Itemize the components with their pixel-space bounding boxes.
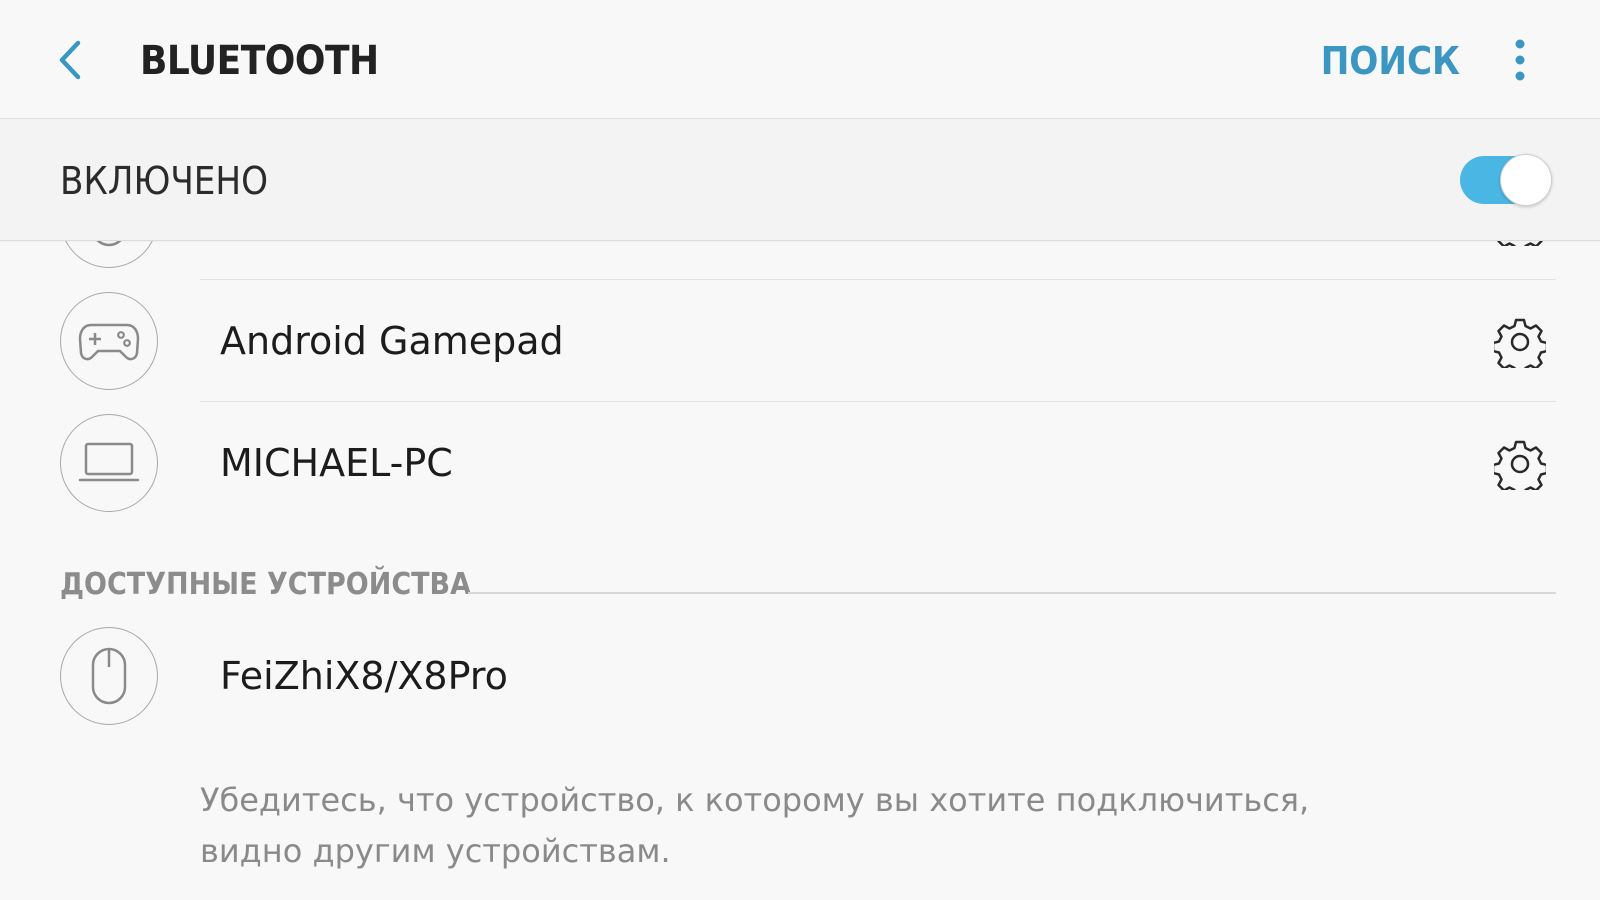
more-options-button[interactable] <box>1500 34 1540 86</box>
device-icon-circle <box>60 292 158 390</box>
master-switch-label: ВКЛЮЧЕНО <box>60 159 268 203</box>
device-icon-circle <box>60 414 158 512</box>
device-settings-button[interactable] <box>1492 436 1548 492</box>
gear-icon <box>1494 440 1546 490</box>
device-name: MICHAEL-PC <box>220 441 453 485</box>
back-button[interactable] <box>40 30 100 90</box>
laptop-icon <box>78 442 140 482</box>
device-settings-button[interactable] <box>1492 314 1548 370</box>
more-vertical-icon <box>1515 39 1525 81</box>
paired-device-row[interactable]: Android Gamepad <box>0 280 1600 402</box>
device-name: Android Gamepad <box>220 319 564 363</box>
visibility-hint-text: Убедитесь, что устройство, к которому вы… <box>200 781 1310 870</box>
page-title: BLUETOOTH <box>140 38 379 84</box>
toggle-knob <box>1500 154 1552 206</box>
search-button[interactable]: ПОИСК <box>1321 0 1460 118</box>
mouse-icon <box>91 647 127 705</box>
available-devices-header: ДОСТУПНЫЕ УСТРОЙСТВА <box>60 567 471 602</box>
gear-icon <box>1494 318 1546 368</box>
device-name: FeiZhiX8/X8Pro <box>220 654 508 698</box>
gamepad-icon <box>78 323 140 361</box>
bluetooth-toggle[interactable] <box>1460 154 1552 206</box>
device-icon-circle <box>60 627 158 725</box>
app-bar: BLUETOOTH ПОИСК <box>0 0 1600 119</box>
bluetooth-master-switch-row[interactable]: ВКЛЮЧЕНО <box>0 119 1600 241</box>
section-divider <box>468 592 1556 594</box>
available-device-row[interactable]: FeiZhiX8/X8Pro <box>0 615 1600 737</box>
paired-device-row[interactable]: MICHAEL-PC <box>0 402 1600 524</box>
chevron-left-icon <box>59 40 81 80</box>
bluetooth-settings-screen: BLUETOOTH ПОИСК ВКЛЮЧЕНО Android Gamepad… <box>0 0 1600 900</box>
